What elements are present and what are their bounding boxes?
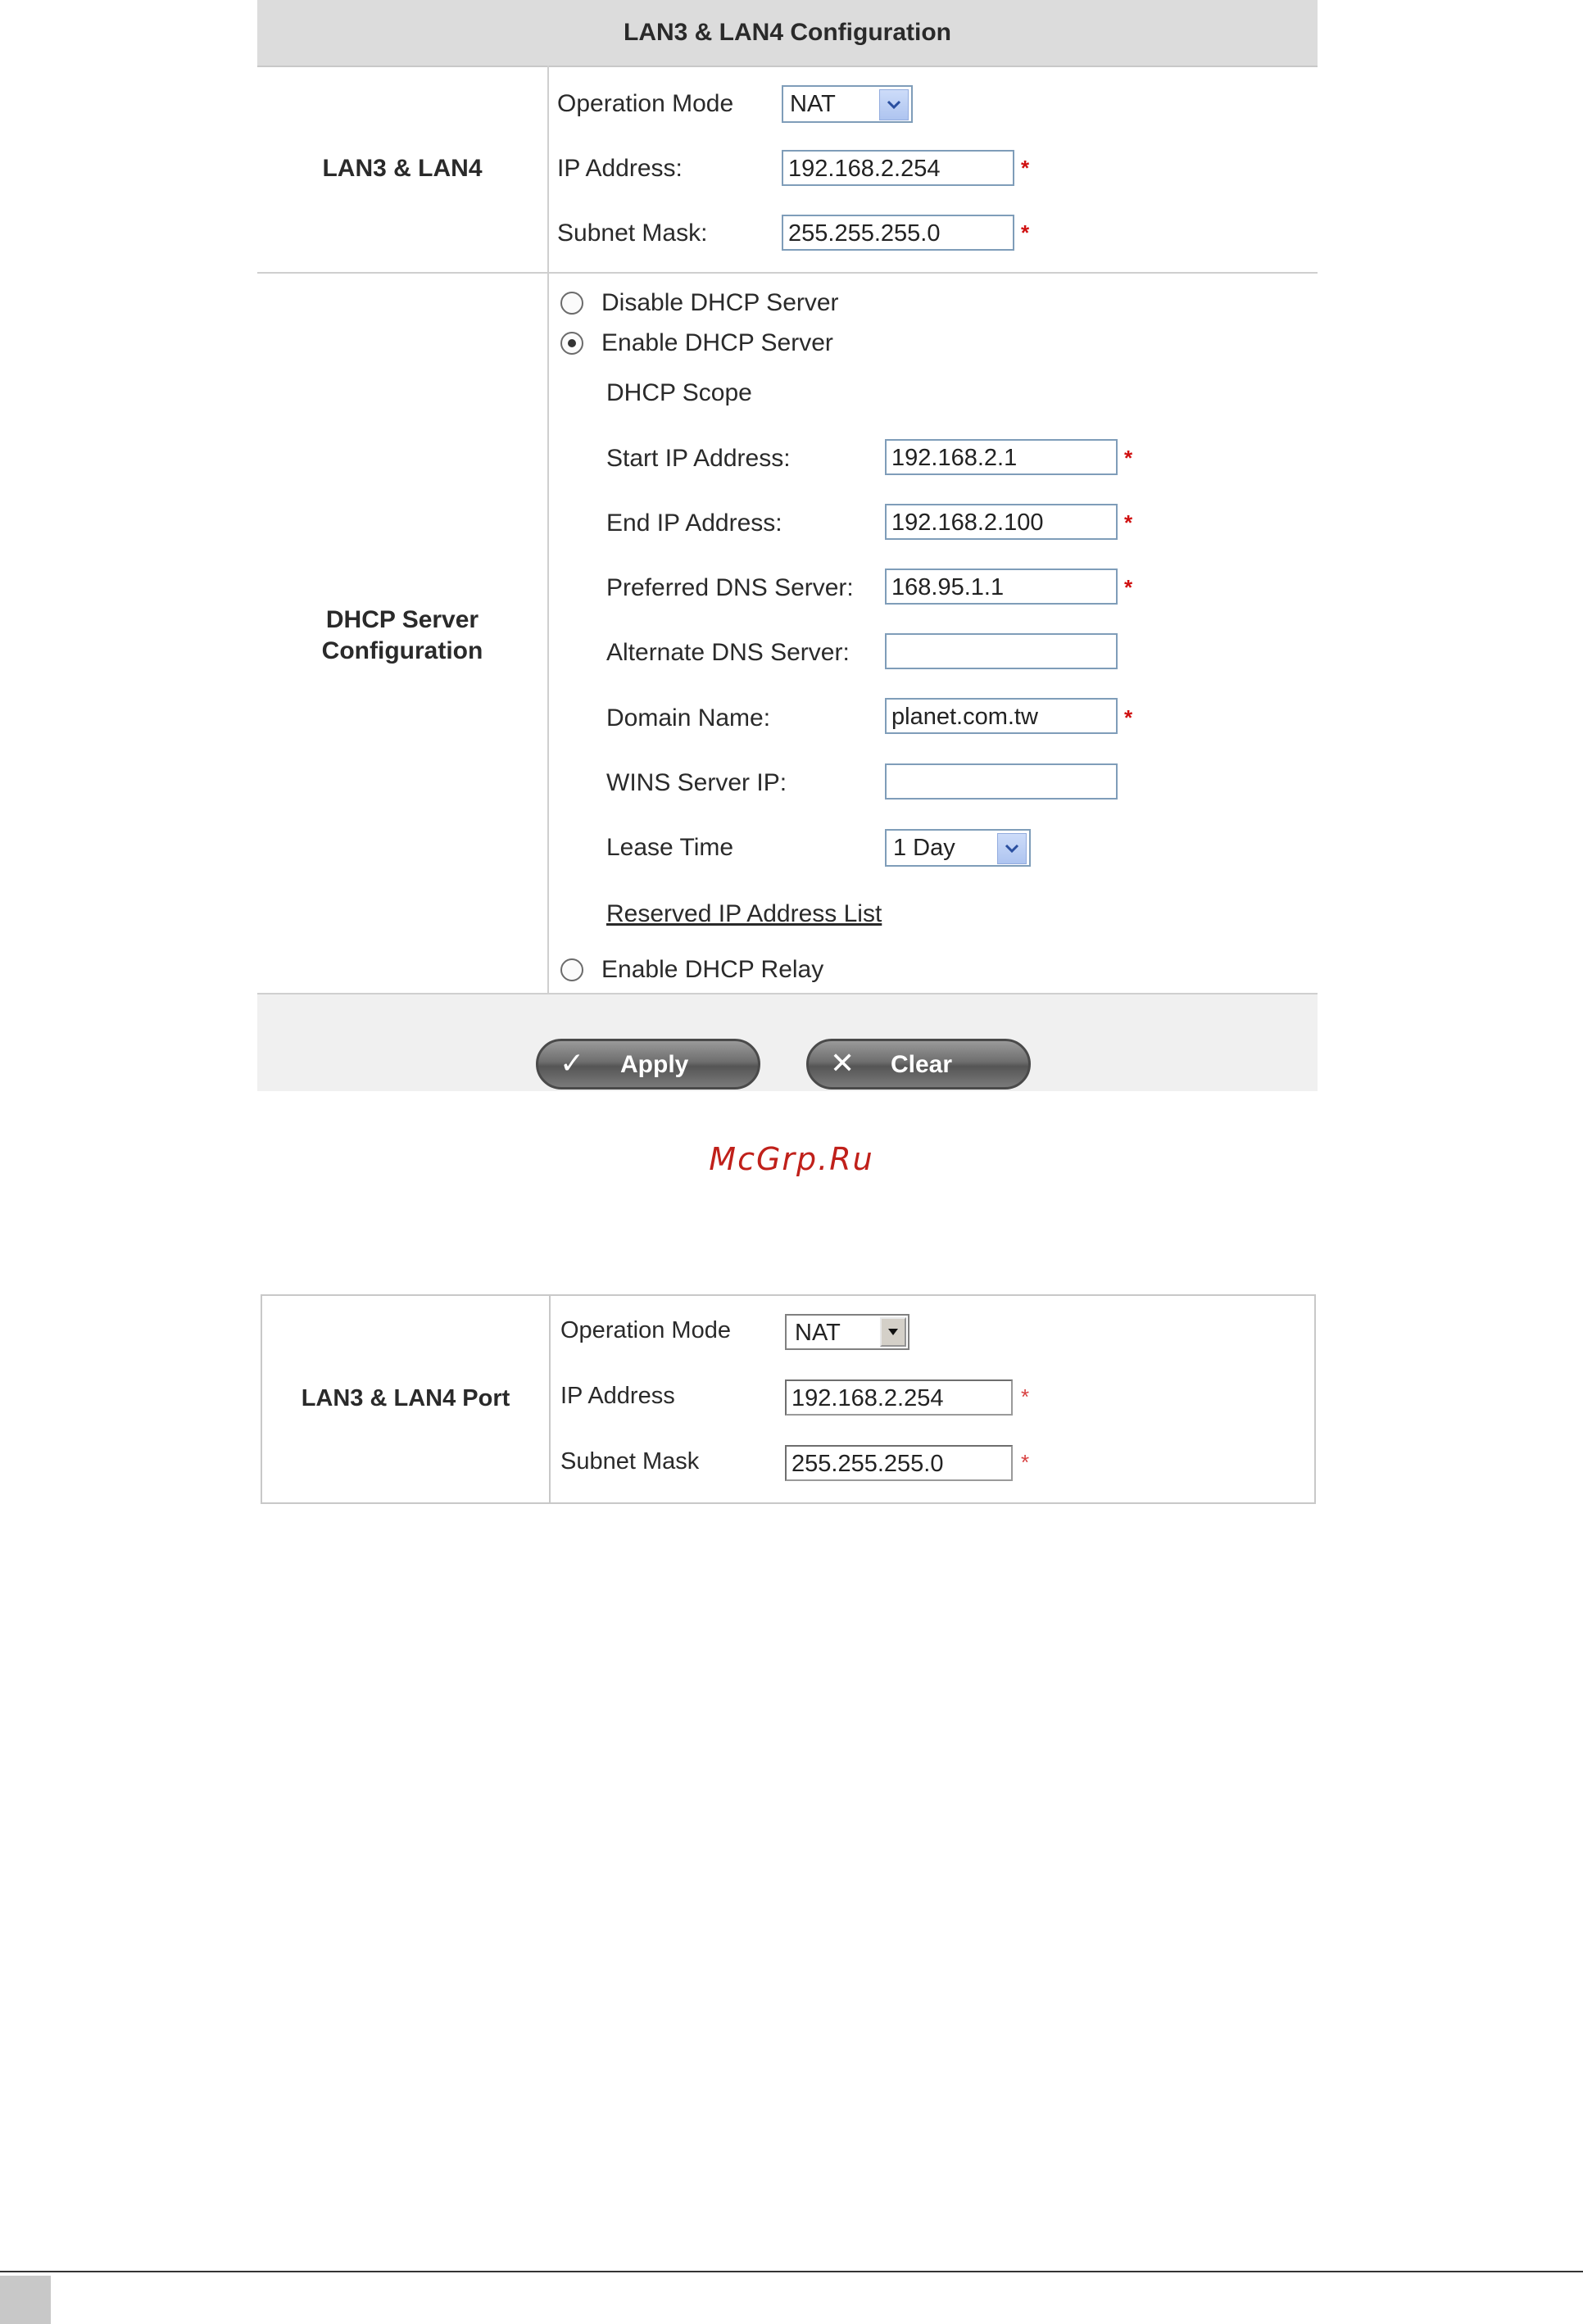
disable-dhcp-radio[interactable]	[560, 292, 583, 315]
lan-port-panel: LAN3 & LAN4 Port Operation Mode NAT IP A…	[261, 1294, 1316, 1504]
operation-mode-select-2[interactable]: NAT	[785, 1314, 909, 1350]
enable-dhcp-relay-radio[interactable]	[560, 958, 583, 981]
domain-name-label: Domain Name:	[606, 704, 771, 732]
subnet-mask-label-2: Subnet Mask	[560, 1448, 700, 1475]
ip-address-label-2: IP Address	[560, 1383, 675, 1409]
operation-mode-value-2: NAT	[795, 1320, 841, 1346]
wins-server-label: WINS Server IP:	[606, 769, 787, 796]
lease-time-select[interactable]: 1 Day	[885, 829, 1031, 867]
ip-address-input[interactable]: 192.168.2.254	[782, 150, 1014, 186]
chevron-down-icon[interactable]	[879, 89, 909, 120]
operation-mode-label: Operation Mode	[557, 90, 734, 117]
check-icon: ✓	[560, 1046, 585, 1080]
row-divider	[257, 272, 1318, 274]
panel-header: LAN3 & LAN4 Configuration	[257, 0, 1318, 67]
required-mark: *	[1124, 705, 1133, 730]
required-mark: *	[1021, 1384, 1030, 1409]
button-bar: ✓ Apply ✕ Clear	[257, 994, 1318, 1091]
subnet-mask-label: Subnet Mask:	[557, 220, 708, 247]
dhcp-scope-label: DHCP Scope	[606, 379, 752, 406]
alternate-dns-label: Alternate DNS Server:	[606, 639, 850, 666]
disable-dhcp-label: Disable DHCP Server	[601, 289, 839, 316]
subnet-mask-input-2[interactable]: 255.255.255.0	[785, 1445, 1013, 1481]
operation-mode-label-2: Operation Mode	[560, 1317, 731, 1343]
start-ip-label: Start IP Address:	[606, 445, 791, 472]
reserved-ip-list-link[interactable]: Reserved IP Address List	[606, 900, 882, 928]
lan-config-panel: LAN3 & LAN4 Configuration LAN3 & LAN4 Op…	[257, 0, 1318, 1091]
column-divider	[547, 66, 549, 994]
clear-button-label: Clear	[891, 1051, 953, 1078]
apply-button-label: Apply	[620, 1051, 689, 1078]
end-ip-input[interactable]: 192.168.2.100	[885, 504, 1118, 540]
lease-time-value: 1 Day	[893, 835, 955, 861]
dhcp-section-label-line1: DHCP Server	[325, 606, 479, 633]
dhcp-section-label: DHCP Server Configuration	[257, 605, 547, 667]
alternate-dns-input[interactable]	[885, 633, 1118, 669]
subnet-mask-input[interactable]: 255.255.255.0	[782, 215, 1014, 251]
preferred-dns-label: Preferred DNS Server:	[606, 574, 854, 601]
required-mark: *	[1021, 220, 1030, 245]
required-mark: *	[1124, 510, 1133, 535]
enable-dhcp-radio[interactable]	[560, 332, 583, 355]
column-divider	[549, 1296, 551, 1502]
required-mark: *	[1124, 446, 1133, 470]
clear-button[interactable]: ✕ Clear	[806, 1039, 1031, 1090]
watermark-text: McGrp.Ru	[709, 1141, 874, 1177]
domain-name-input[interactable]: planet.com.tw	[885, 698, 1118, 734]
required-mark: *	[1124, 575, 1133, 600]
ip-address-label: IP Address:	[557, 155, 683, 182]
lease-time-label: Lease Time	[606, 834, 734, 861]
operation-mode-value: NAT	[790, 91, 836, 117]
lan-section-label: LAN3 & LAN4	[322, 155, 483, 182]
enable-dhcp-label: Enable DHCP Server	[601, 329, 833, 356]
wins-server-input[interactable]	[885, 763, 1118, 800]
dhcp-section-label-line2: Configuration	[321, 637, 483, 664]
apply-button[interactable]: ✓ Apply	[536, 1039, 760, 1090]
preferred-dns-input[interactable]: 168.95.1.1	[885, 569, 1118, 605]
dropdown-arrow-icon[interactable]	[880, 1317, 906, 1347]
operation-mode-select[interactable]: NAT	[782, 85, 913, 123]
lan-port-label: LAN3 & LAN4 Port	[301, 1385, 510, 1411]
chevron-down-icon[interactable]	[997, 833, 1027, 864]
page-number-tab	[0, 2276, 51, 2324]
required-mark: *	[1021, 1450, 1030, 1475]
end-ip-label: End IP Address:	[606, 510, 782, 537]
ip-address-input-2[interactable]: 192.168.2.254	[785, 1379, 1013, 1416]
footer-rule	[0, 2271, 1583, 2272]
enable-dhcp-relay-label: Enable DHCP Relay	[601, 956, 824, 983]
required-mark: *	[1021, 156, 1030, 180]
start-ip-input[interactable]: 192.168.2.1	[885, 439, 1118, 475]
close-icon: ✕	[830, 1046, 855, 1080]
